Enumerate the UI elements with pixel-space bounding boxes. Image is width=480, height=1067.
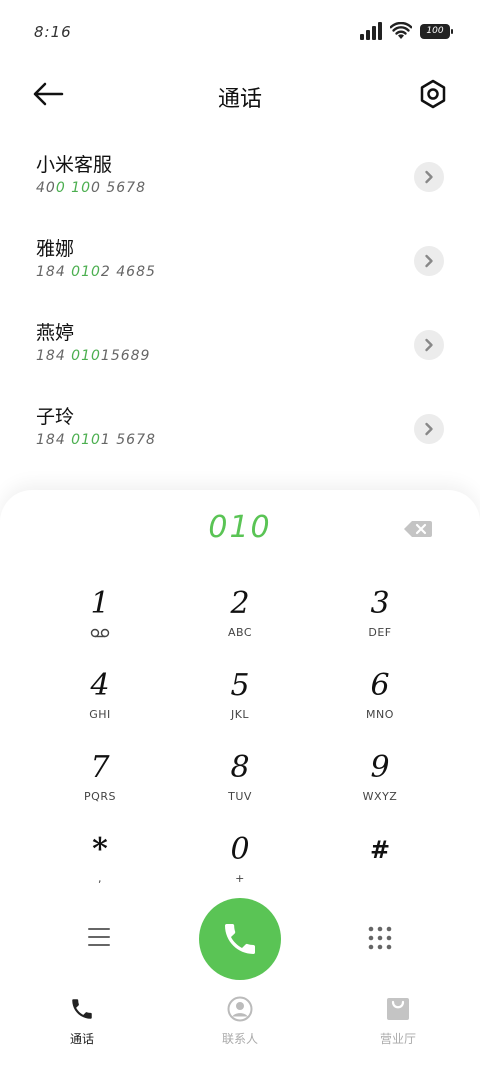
key-digit: 9 [370, 750, 390, 785]
contact-name: 雅娜 [36, 238, 75, 260]
key-star[interactable]: * , [40, 832, 160, 902]
chevron-right-icon [425, 338, 433, 352]
phone-icon [225, 924, 255, 954]
key-letters: ABC [227, 626, 253, 639]
key-letters: WXYZ [362, 790, 398, 803]
key-2[interactable]: 2 ABC [180, 586, 300, 656]
signal-icon [360, 22, 382, 40]
tab-label: 联系人 [221, 1032, 258, 1046]
key-3[interactable]: 3 DEF [320, 586, 440, 656]
contact-detail-button[interactable] [414, 162, 444, 192]
backspace-icon[interactable] [404, 520, 432, 538]
key-letters: JKL [230, 708, 250, 721]
key-digit: 7 [90, 750, 110, 785]
contact-list: 小米客服 400 100 5678 雅娜 184 0102 4685 燕婷 18… [0, 140, 480, 476]
contacts-icon [227, 996, 253, 1022]
contact-item[interactable]: 雅娜 184 0102 4685 [0, 224, 480, 308]
key-digit: 5 [230, 668, 250, 703]
key-letters: TUV [228, 790, 252, 803]
key-digit: 1 [90, 586, 110, 621]
dialpad-actions [0, 898, 480, 982]
key-digit: * [92, 832, 108, 867]
key-hash[interactable]: # [320, 832, 440, 902]
contact-number: 400 100 5678 [36, 180, 146, 196]
key-4[interactable]: 4 GHI [40, 668, 160, 738]
tab-label: 营业厅 [379, 1032, 416, 1046]
status-icons: 100 [360, 22, 453, 40]
key-digit: 3 [370, 586, 390, 621]
contact-item[interactable]: 子玲 184 0101 5678 [0, 392, 480, 476]
page-title: 通话 [217, 87, 262, 112]
contact-detail-button[interactable] [414, 246, 444, 276]
key-7[interactable]: 7 PQRS [40, 750, 160, 820]
key-9[interactable]: 9 WXYZ [320, 750, 440, 820]
key-digit: 6 [370, 668, 390, 703]
key-digit: 2 [230, 586, 250, 621]
contact-name: 子玲 [36, 406, 75, 428]
status-time: 8:16 [34, 23, 72, 41]
contact-item[interactable]: 燕婷 184 01015689 [0, 308, 480, 392]
status-bar: 8:16 100 [0, 0, 480, 64]
keypad-toggle-icon[interactable] [368, 926, 392, 950]
header: 通话 [0, 64, 480, 124]
menu-icon[interactable] [88, 928, 110, 948]
key-letters: MNO [366, 708, 394, 721]
key-1[interactable]: 1 [40, 586, 160, 656]
dialpad-panel: 010 1 2 ABC 3 DEF 4 GHI 5 JKL 6 MNO 7 PQ… [0, 490, 480, 1067]
key-5[interactable]: 5 JKL [180, 668, 300, 738]
tab-store[interactable]: 营业厅 [348, 996, 448, 1047]
contact-name: 燕婷 [36, 322, 75, 344]
phone-icon [72, 999, 92, 1019]
tab-label: 通话 [69, 1032, 94, 1046]
key-letters: PQRS [84, 790, 116, 803]
chevron-right-icon [425, 170, 433, 184]
contact-item[interactable]: 小米客服 400 100 5678 [0, 140, 480, 224]
contact-number: 184 0102 4685 [36, 264, 156, 280]
key-digit: 0 [230, 832, 250, 867]
contact-number: 184 0101 5678 [36, 432, 156, 448]
call-button[interactable] [199, 898, 281, 980]
battery-icon: 100 [420, 23, 453, 39]
key-8[interactable]: 8 TUV [180, 750, 300, 820]
key-digit: 4 [90, 668, 110, 703]
key-digit: 8 [230, 750, 250, 785]
contact-detail-button[interactable] [414, 414, 444, 444]
wifi-icon [390, 22, 412, 39]
key-digit: # [369, 835, 391, 864]
key-6[interactable]: 6 MNO [320, 668, 440, 738]
voicemail-icon [90, 628, 110, 638]
chevron-right-icon [425, 422, 433, 436]
tab-contacts[interactable]: 联系人 [190, 996, 290, 1047]
bottom-tab-bar: 通话 联系人 营业厅 [0, 996, 480, 1067]
battery-level: 100 [426, 26, 444, 36]
contact-number: 184 01015689 [36, 348, 151, 364]
key-0[interactable]: 0 + [180, 832, 300, 902]
key-letters: , [98, 872, 102, 885]
settings-icon[interactable] [418, 78, 448, 110]
chevron-right-icon [425, 254, 433, 268]
key-letters: + [235, 872, 245, 885]
contact-detail-button[interactable] [414, 330, 444, 360]
contact-name: 小米客服 [36, 154, 113, 176]
tab-calls[interactable]: 通话 [32, 996, 132, 1047]
store-icon [387, 998, 409, 1020]
key-letters: GHI [89, 708, 111, 721]
key-letters: DEF [368, 626, 392, 639]
